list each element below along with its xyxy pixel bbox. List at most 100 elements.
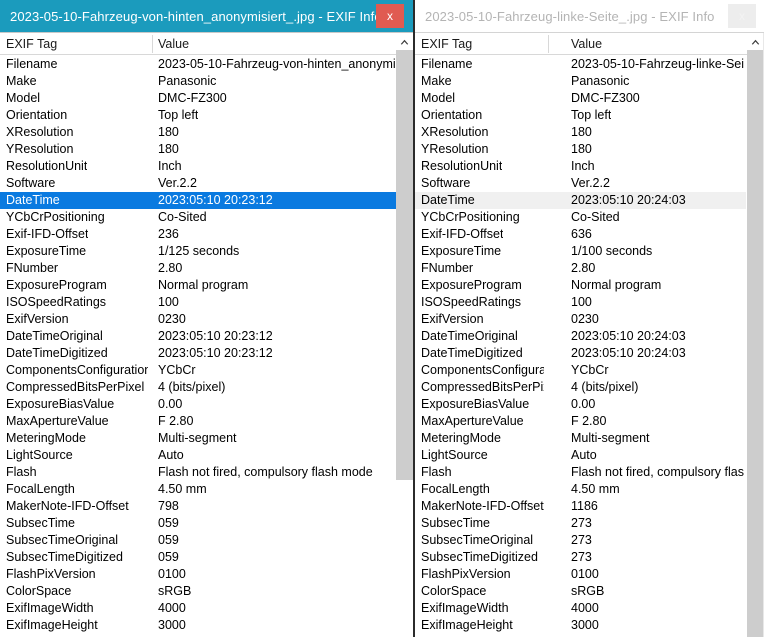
column-header-row[interactable]: EXIF Tag Value (415, 33, 764, 55)
exif-tag-cell: MaxApertureValue (421, 414, 524, 428)
table-row[interactable]: FNumber 2.80 (0, 260, 413, 277)
table-row[interactable]: Software Ver.2.2 (0, 175, 413, 192)
table-row[interactable]: Software Ver.2.2 (415, 175, 764, 192)
exif-tag-cell: XResolution (421, 125, 489, 139)
table-row[interactable]: LightSource Auto (415, 447, 764, 464)
vertical-scrollbar[interactable] (747, 33, 764, 637)
table-row[interactable]: ExifVersion 0230 (0, 311, 413, 328)
table-row[interactable]: SubsecTime 273 (415, 515, 764, 532)
close-icon[interactable]: x (376, 4, 404, 28)
table-row[interactable]: ExifImageHeight 3000 (415, 617, 764, 634)
table-row[interactable]: ExposureBiasValue 0.00 (415, 396, 764, 413)
table-row[interactable]: DateTimeOriginal 2023:05:10 20:24:03 (415, 328, 764, 345)
table-row[interactable]: FlashPixVersion 0100 (0, 566, 413, 583)
table-row[interactable]: MeteringMode Multi-segment (415, 430, 764, 447)
table-row[interactable]: Orientation Top left (415, 107, 764, 124)
table-row[interactable]: Model DMC-FZ300 (0, 90, 413, 107)
table-row[interactable]: YCbCrPositioning Co-Sited (415, 209, 764, 226)
table-row[interactable]: FNumber 2.80 (415, 260, 764, 277)
table-row[interactable]: ISOSpeedRatings 100 (0, 294, 413, 311)
table-row[interactable]: XResolution 180 (415, 124, 764, 141)
table-row[interactable]: DateTime 2023:05:10 20:24:03 (415, 192, 746, 209)
table-row[interactable]: MaxApertureValue F 2.80 (415, 413, 764, 430)
exif-table[interactable]: Filename 2023-05-10-Fahrzeug-von-hinten_a… (0, 56, 413, 637)
table-row[interactable]: ColorSpace sRGB (415, 583, 764, 600)
table-row[interactable]: YResolution 180 (415, 141, 764, 158)
table-row[interactable]: Flash Flash not fired, compulsory flash m… (0, 464, 413, 481)
table-row[interactable]: Filename 2023-05-10-Fahrzeug-von-hinten_a… (0, 56, 413, 73)
exif-info-window[interactable]: 2023-05-10-Fahrzeug-linke-Seite_.jpg - E… (415, 0, 764, 637)
vertical-scrollbar[interactable] (396, 33, 413, 637)
table-row[interactable]: MakerNote-IFD-Offset 798 (0, 498, 413, 515)
table-row[interactable]: MaxApertureValue F 2.80 (0, 413, 413, 430)
column-header-exif-tag[interactable]: EXIF Tag (6, 33, 57, 55)
table-row[interactable]: ExifImageWidth 4000 (415, 600, 764, 617)
exif-value-cell: Auto (158, 448, 184, 462)
table-row[interactable]: ExposureBiasValue 0.00 (0, 396, 413, 413)
table-row[interactable]: ColorSpace sRGB (0, 583, 413, 600)
table-row[interactable]: FlashPixVersion 0100 (415, 566, 764, 583)
table-row[interactable]: SubsecTimeDigitized 273 (415, 549, 764, 566)
table-row[interactable]: DateTime 2023:05:10 20:23:12 (0, 192, 397, 209)
table-row[interactable]: Make Panasonic (415, 73, 764, 90)
table-row[interactable]: Make Panasonic (0, 73, 413, 90)
close-icon[interactable]: x (728, 4, 756, 28)
exif-info-window[interactable]: 2023-05-10-Fahrzeug-von-hinten_anonymisi… (0, 0, 415, 637)
title-bar[interactable]: 2023-05-10-Fahrzeug-linke-Seite_.jpg - E… (415, 0, 764, 32)
table-row[interactable]: ExifImageHeight 3000 (0, 617, 413, 634)
column-header-exif-tag[interactable]: EXIF Tag (421, 33, 472, 55)
table-row[interactable]: YResolution 180 (0, 141, 413, 158)
column-header-row[interactable]: EXIF Tag Value (0, 33, 413, 55)
exif-value-cell: 236 (158, 227, 179, 241)
table-row[interactable]: ExposureProgram Normal program (0, 277, 413, 294)
scrollbar-track[interactable] (747, 50, 764, 637)
table-row[interactable]: LightSource Auto (0, 447, 413, 464)
table-row[interactable]: Orientation Top left (0, 107, 413, 124)
exif-tag-cell: Orientation (421, 108, 483, 122)
table-row[interactable]: CompressedBitsPerPixel 4 (bits/pixel) (415, 379, 764, 396)
chevron-up-icon[interactable] (396, 33, 413, 50)
table-row[interactable]: XResolution 180 (0, 124, 413, 141)
table-row[interactable]: FocalLength 4.50 mm (0, 481, 413, 498)
chevron-up-icon[interactable] (747, 33, 764, 50)
table-row[interactable]: FocalLength 4.50 mm (415, 481, 764, 498)
title-bar[interactable]: 2023-05-10-Fahrzeug-von-hinten_anonymisi… (0, 0, 413, 32)
table-row[interactable]: SubsecTimeDigitized 059 (0, 549, 413, 566)
table-row[interactable]: ExposureProgram Normal program (415, 277, 764, 294)
table-row[interactable]: DateTimeDigitized 2023:05:10 20:23:12 (0, 345, 413, 362)
table-row[interactable]: ExifImageWidth 4000 (0, 600, 413, 617)
exif-tag-cell: Model (6, 91, 41, 105)
table-row[interactable]: ResolutionUnit Inch (415, 158, 764, 175)
table-row[interactable]: SubsecTimeOriginal 273 (415, 532, 764, 549)
table-row[interactable]: ExposureTime 1/125 seconds (0, 243, 413, 260)
scrollbar-track[interactable] (396, 50, 413, 637)
table-row[interactable]: SubsecTime 059 (0, 515, 413, 532)
scrollbar-thumb[interactable] (396, 50, 413, 480)
scrollbar-thumb[interactable] (747, 50, 764, 637)
table-row[interactable]: ComponentsConfiguration YCbCr (0, 362, 413, 379)
table-row[interactable]: Exif-IFD-Offset 236 (0, 226, 413, 243)
exif-table[interactable]: Filename 2023-05-10-Fahrzeug-linke-Seite_… (415, 56, 764, 637)
table-row[interactable]: DateTimeOriginal 2023:05:10 20:23:12 (0, 328, 413, 345)
table-row[interactable]: CompressedBitsPerPixel 4 (bits/pixel) (0, 379, 413, 396)
table-row[interactable]: MeteringMode Multi-segment (0, 430, 413, 447)
exif-value-cell: 2023:05:10 20:23:12 (158, 346, 273, 360)
column-divider[interactable] (152, 35, 153, 53)
column-header-value[interactable]: Value (158, 33, 189, 55)
table-row[interactable]: ExifVersion 0230 (415, 311, 764, 328)
table-row[interactable]: Model DMC-FZ300 (415, 90, 764, 107)
table-row[interactable]: ISOSpeedRatings 100 (415, 294, 764, 311)
table-row[interactable]: Exif-IFD-Offset 636 (415, 226, 764, 243)
column-header-value[interactable]: Value (571, 33, 602, 55)
table-row[interactable]: Filename 2023-05-10-Fahrzeug-linke-Seite_… (415, 56, 764, 73)
table-row[interactable]: SubsecTimeOriginal 059 (0, 532, 413, 549)
table-row[interactable]: ComponentsConfiguration YCbCr (415, 362, 764, 379)
table-row[interactable]: YCbCrPositioning Co-Sited (0, 209, 413, 226)
table-row[interactable]: MakerNote-IFD-Offset 1186 (415, 498, 764, 515)
table-row[interactable]: ExposureTime 1/100 seconds (415, 243, 764, 260)
table-row[interactable]: ResolutionUnit Inch (0, 158, 413, 175)
table-row[interactable]: DateTimeDigitized 2023:05:10 20:24:03 (415, 345, 764, 362)
exif-value-cell: 1/100 seconds (571, 244, 653, 258)
column-divider[interactable] (548, 35, 549, 53)
table-row[interactable]: Flash Flash not fired, compulsory flash m… (415, 464, 764, 481)
